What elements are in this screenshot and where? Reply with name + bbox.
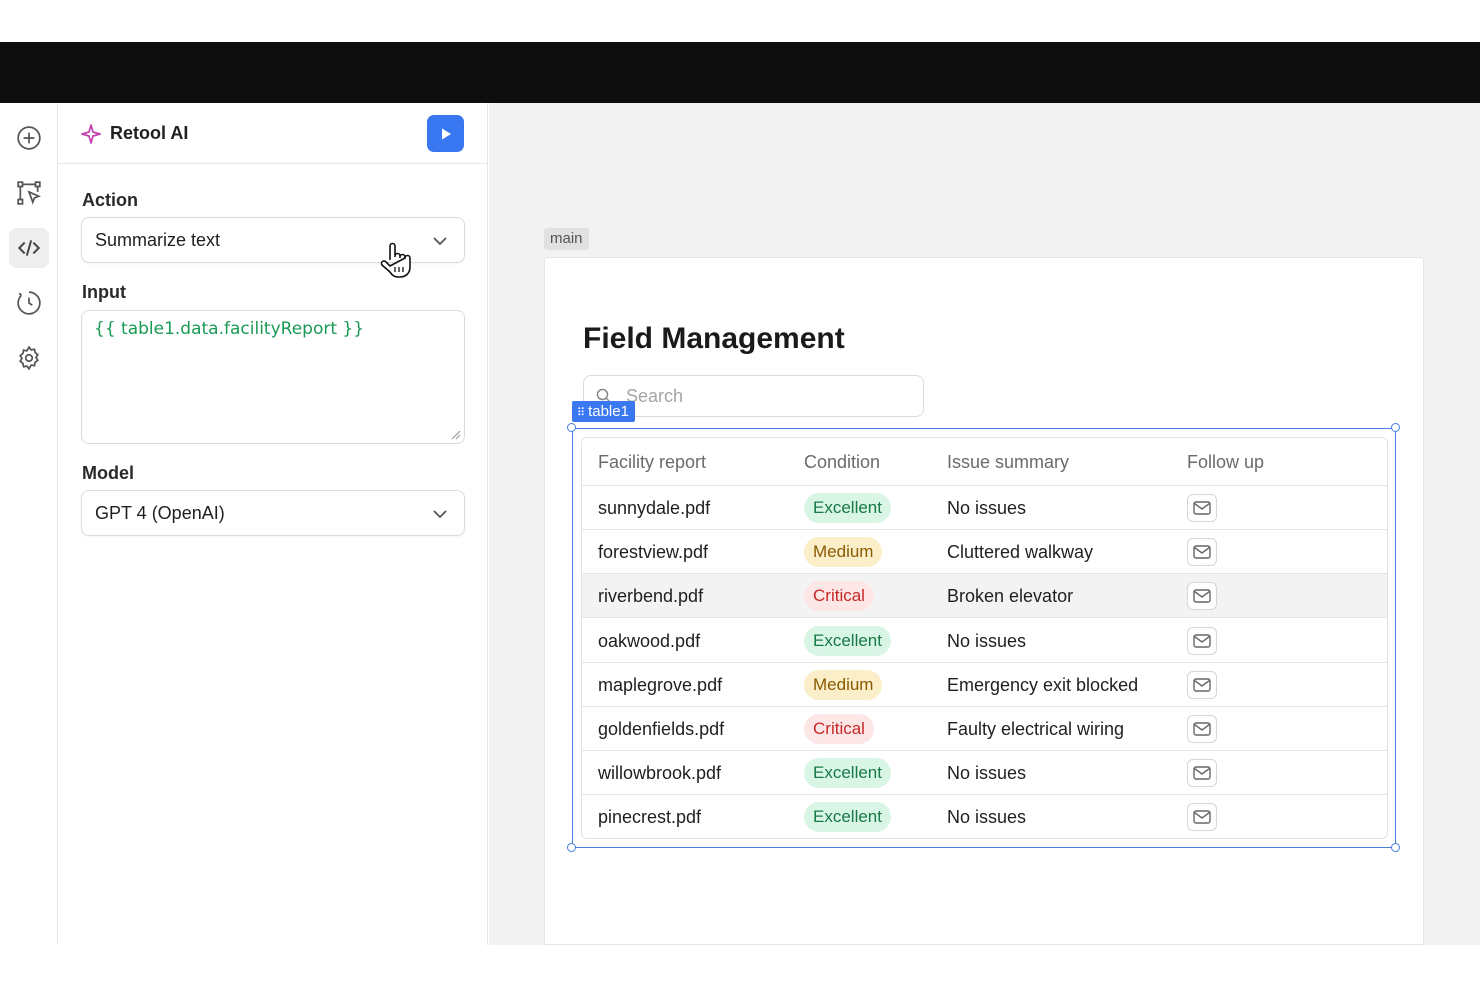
column-header[interactable]: Condition [804, 452, 880, 473]
facility-table: Facility report Condition Issue summary … [581, 437, 1388, 839]
follow-up-button[interactable] [1187, 715, 1217, 743]
facility-report-cell[interactable]: willowbrook.pdf [598, 763, 721, 784]
sparkle-icon [81, 124, 101, 144]
table-header-row: Facility report Condition Issue summary … [582, 438, 1387, 486]
action-select-value: Summarize text [95, 230, 221, 250]
condition-badge: Excellent [804, 802, 891, 833]
input-value: {{ table1.data.facilityReport }} [94, 319, 365, 339]
panel-header: Retool AI [58, 103, 488, 164]
select-cursor-icon[interactable] [9, 173, 49, 213]
mail-icon [1193, 678, 1211, 692]
follow-up-button[interactable] [1187, 538, 1217, 567]
issue-summary-cell: Cluttered walkway [947, 542, 1094, 563]
issue-summary-cell: No issues [947, 807, 1027, 828]
input-label: Input [82, 282, 126, 302]
facility-report-cell[interactable]: riverbend.pdf [598, 586, 703, 607]
resize-handle[interactable] [567, 843, 576, 852]
code-icon[interactable] [9, 228, 49, 268]
follow-up-button[interactable] [1187, 626, 1217, 655]
gear-icon[interactable] [9, 338, 49, 378]
mail-icon [1193, 589, 1211, 604]
hand-cursor-icon [380, 242, 411, 278]
issue-summary-cell: Emergency exit blocked [947, 674, 1139, 695]
selected-component-tag[interactable]: ⠿ table1 [572, 401, 635, 422]
retool-ai-panel: Retool AI Action Summarize text Input {{… [58, 103, 488, 945]
issue-summary-cell: No issues [947, 763, 1027, 784]
condition-badge: Critical [804, 581, 874, 612]
resize-handle[interactable] [1391, 843, 1400, 852]
action-label: Action [82, 190, 138, 210]
follow-up-button[interactable] [1187, 759, 1217, 788]
model-label: Model [82, 463, 134, 483]
app-title: Field Management [583, 322, 845, 355]
table-row[interactable]: willowbrook.pdf Excellent No issues [582, 751, 1387, 796]
run-button[interactable] [427, 115, 464, 152]
drag-handle-icon[interactable]: ⠿ [577, 407, 585, 419]
mail-icon [1193, 545, 1211, 559]
facility-report-cell[interactable]: sunnydale.pdf [598, 498, 710, 519]
history-icon[interactable] [9, 283, 49, 323]
chevron-down-icon [433, 510, 447, 519]
icon-rail [0, 103, 58, 945]
table-row[interactable]: pinecrest.pdf Excellent No issues [582, 795, 1387, 838]
condition-badge: Excellent [804, 493, 891, 523]
resize-handle-icon[interactable] [449, 428, 461, 440]
table-row[interactable]: sunnydale.pdf Excellent No issues [582, 486, 1387, 530]
column-header[interactable]: Issue summary [947, 452, 1069, 473]
selected-component-name: table1 [588, 403, 629, 420]
chevron-down-icon [433, 237, 447, 246]
model-select[interactable]: GPT 4 (OpenAI) [81, 490, 465, 536]
condition-badge: Excellent [804, 758, 891, 789]
resize-handle[interactable] [1391, 423, 1400, 432]
condition-badge: Critical [804, 714, 874, 744]
column-header[interactable]: Facility report [598, 452, 706, 473]
table-row[interactable]: forestview.pdf Medium Cluttered walkway [582, 530, 1387, 575]
panel-title: Retool AI [110, 123, 189, 143]
issue-summary-cell: Faulty electrical wiring [947, 719, 1125, 739]
mail-icon [1193, 810, 1211, 825]
condition-badge: Medium [804, 537, 883, 568]
follow-up-button[interactable] [1187, 494, 1217, 522]
table-row[interactable]: oakwood.pdf Excellent No issues [582, 619, 1387, 663]
mail-icon [1193, 633, 1211, 648]
table-row[interactable]: goldenfields.pdf Critical Faulty electrica… [582, 707, 1387, 751]
frame-tag[interactable]: main [544, 228, 589, 250]
facility-report-cell[interactable]: goldenfields.pdf [598, 719, 724, 740]
issue-summary-cell: Broken elevator [947, 586, 1074, 607]
facility-report-cell[interactable]: pinecrest.pdf [598, 807, 701, 828]
follow-up-button[interactable] [1187, 582, 1217, 611]
mail-icon [1193, 722, 1211, 736]
resize-handle[interactable] [567, 423, 576, 432]
column-header[interactable]: Follow up [1187, 452, 1264, 473]
follow-up-button[interactable] [1187, 803, 1217, 832]
facility-report-cell[interactable]: maplegrove.pdf [598, 675, 722, 696]
condition-badge: Excellent [804, 625, 891, 656]
plus-circle-icon[interactable] [9, 118, 49, 158]
follow-up-button[interactable] [1187, 670, 1217, 699]
play-icon [441, 128, 451, 139]
top-bar [0, 42, 1480, 103]
table-row[interactable]: maplegrove.pdf Medium Emergency exit block… [582, 663, 1387, 707]
issue-summary-cell: No issues [947, 630, 1027, 651]
issue-summary-cell: No issues [947, 498, 1027, 518]
facility-report-cell[interactable]: oakwood.pdf [598, 631, 700, 652]
mail-icon [1193, 501, 1211, 515]
facility-report-cell[interactable]: forestview.pdf [598, 542, 708, 563]
table-row[interactable]: riverbend.pdf Critical Broken elevator [582, 574, 1387, 619]
mail-icon [1193, 766, 1211, 780]
condition-badge: Medium [804, 669, 883, 700]
model-select-value: GPT 4 (OpenAI) [95, 503, 225, 523]
input-textarea[interactable]: {{ table1.data.facilityReport }} [81, 310, 465, 444]
